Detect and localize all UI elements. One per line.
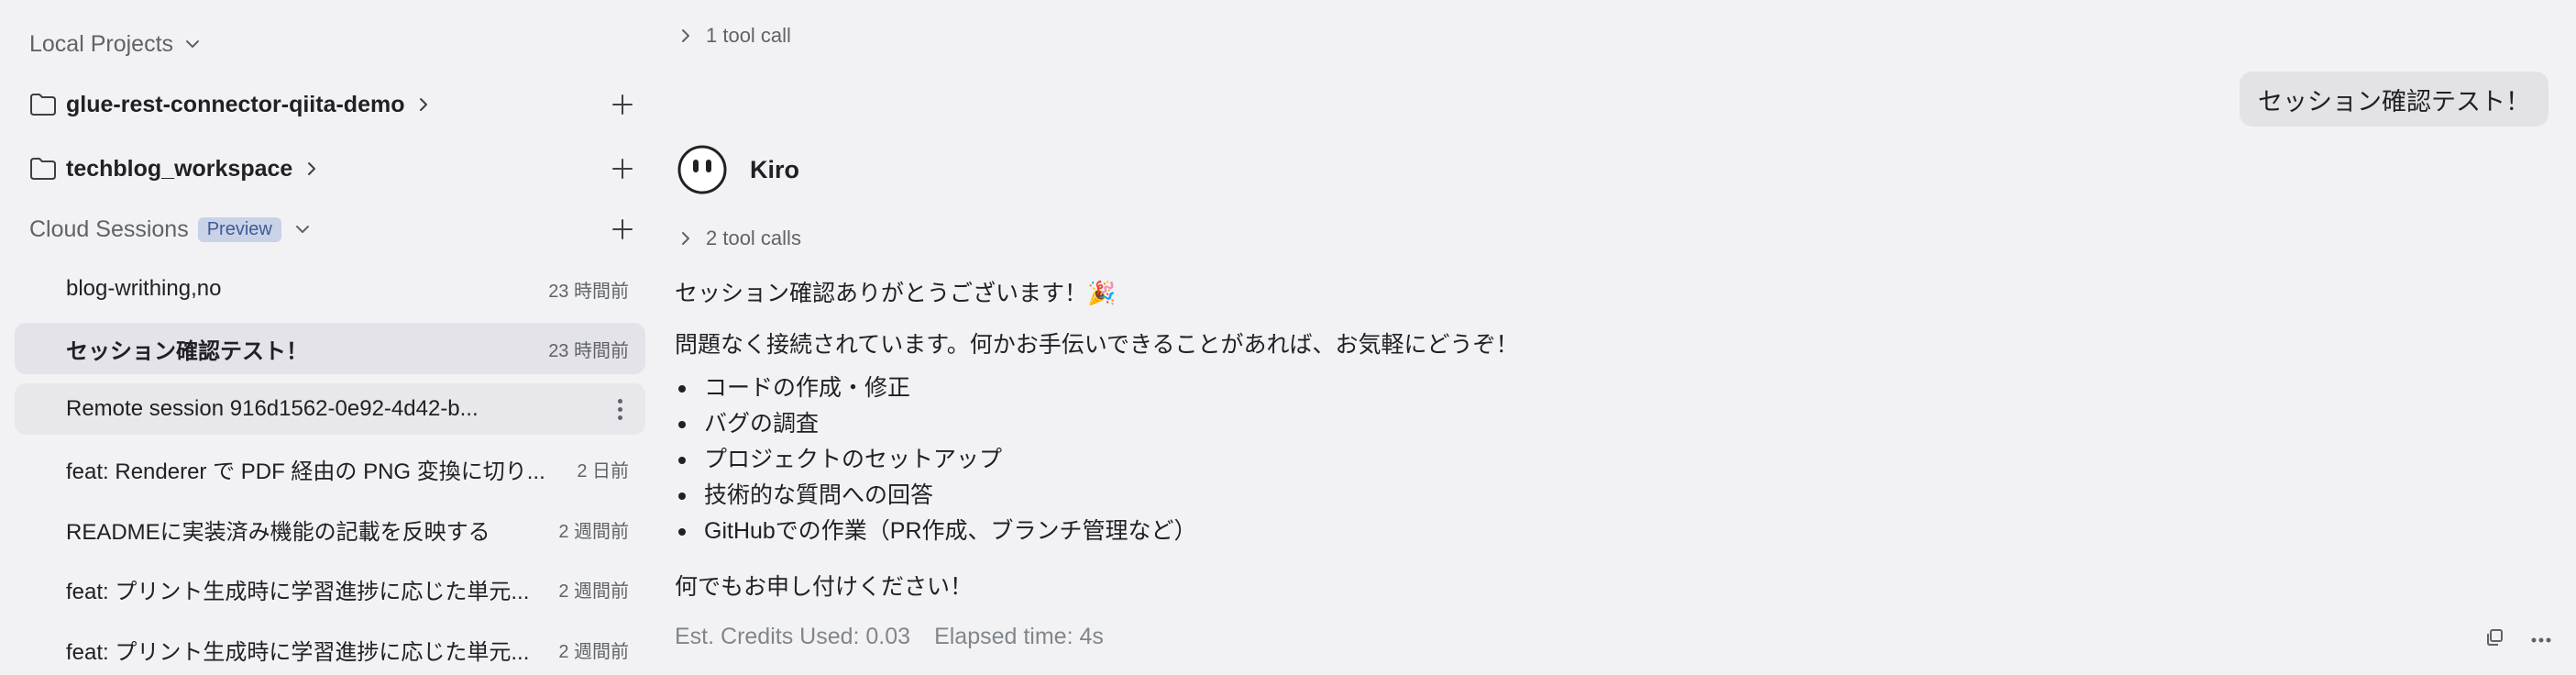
session-item[interactable]: feat: プリント生成時に学習進捗に応じた単元... 2 週間前 xyxy=(15,624,645,675)
session-item-hovered[interactable]: Remote session 916d1562-0e92-4d42-b... xyxy=(15,383,645,435)
session-time: 2 週間前 xyxy=(558,581,629,602)
chevron-right-icon xyxy=(305,160,318,178)
more-horizontal-icon[interactable] xyxy=(2530,632,2552,648)
add-session-button[interactable] xyxy=(609,91,636,118)
tool-call-label: 1 tool call xyxy=(706,24,791,47)
reply-closing: 何でもお申し付けください！ xyxy=(675,574,974,600)
tool-calls-toggle[interactable]: 2 tool calls xyxy=(680,227,801,250)
list-item: GitHubでの作業（PR作成、ブランチ管理など） xyxy=(675,514,1197,549)
sidebar: Local Projects glue-rest-connector-qiita… xyxy=(0,0,653,669)
session-time: 23 時間前 xyxy=(548,340,629,361)
session-item-active[interactable]: セッション確認テスト！ 23 時間前 xyxy=(15,323,645,374)
chevron-down-icon xyxy=(184,36,201,52)
session-title: READMEに実装済み機能の記載を反映する xyxy=(66,519,490,545)
list-item: 技術的な質問への回答 xyxy=(675,478,1197,514)
cloud-sessions-label: Cloud Sessions xyxy=(29,216,189,242)
plus-icon xyxy=(612,159,633,179)
chevron-down-icon xyxy=(294,221,311,238)
assistant-header: Kiro xyxy=(677,144,799,195)
chevron-right-icon xyxy=(680,230,691,247)
folder-icon xyxy=(29,93,57,116)
copy-icon[interactable] xyxy=(2484,627,2504,652)
tool-calls-label: 2 tool calls xyxy=(706,227,801,249)
add-cloud-session-button[interactable] xyxy=(609,216,636,243)
list-item: プロジェクトのセットアップ xyxy=(675,442,1197,478)
session-time: 2 日前 xyxy=(577,460,629,481)
reply-line: セッション確認ありがとうございます！🎉 xyxy=(675,281,1117,306)
session-time: 2 週間前 xyxy=(558,641,629,662)
local-projects-header[interactable]: Local Projects xyxy=(0,26,653,62)
message-actions xyxy=(2484,627,2552,652)
session-title: blog-writhing,no xyxy=(66,276,222,301)
usage-footer: Est. Credits Used: 0.03 Elapsed time: 4s xyxy=(675,624,1104,650)
add-session-button[interactable] xyxy=(609,155,636,183)
plus-icon xyxy=(612,219,633,239)
session-title: セッション確認テスト！ xyxy=(66,338,308,364)
session-time: 23 時間前 xyxy=(548,281,629,302)
folder-icon xyxy=(29,157,57,181)
project-name: glue-rest-connector-qiita-demo xyxy=(66,91,405,117)
project-item-techblog[interactable]: techblog_workspace xyxy=(0,149,653,189)
session-title: feat: プリント生成時に学習進捗に応じた単元... xyxy=(66,579,530,604)
list-item: コードの作成・修正 xyxy=(675,371,1197,406)
local-projects-label: Local Projects xyxy=(29,30,174,57)
reply-bullet-list: コードの作成・修正 バグの調査 プロジェクトのセットアップ 技術的な質問への回答… xyxy=(675,371,1197,549)
session-title: Remote session 916d1562-0e92-4d42-b... xyxy=(66,396,479,421)
chevron-right-icon xyxy=(417,95,430,114)
session-title: feat: Renderer で PDF 経由の PNG 変換に切り... xyxy=(66,459,545,484)
credits-used: Est. Credits Used: 0.03 xyxy=(675,624,911,649)
project-item-glue[interactable]: glue-rest-connector-qiita-demo xyxy=(0,84,653,125)
session-title: feat: プリント生成時に学習進捗に応じた単元... xyxy=(66,639,530,665)
project-name: techblog_workspace xyxy=(66,155,293,182)
session-item[interactable]: READMEに実装済み機能の記載を反映する 2 週間前 xyxy=(15,503,645,555)
reply-line: 問題なく接続されています。何かお手伝いできることがあれば、お気軽にどうぞ！ xyxy=(675,332,1519,358)
session-item[interactable]: feat: プリント生成時に学習進捗に応じた単元... 2 週間前 xyxy=(15,563,645,614)
session-item[interactable]: feat: Renderer で PDF 経由の PNG 変換に切り... 2 … xyxy=(15,443,645,494)
chat-panel: 1 tool call セッション確認テスト！ Kiro 2 tool call… xyxy=(653,0,2576,669)
chevron-right-icon xyxy=(680,28,691,44)
user-message: セッション確認テスト！ xyxy=(2240,72,2548,127)
tool-call-toggle[interactable]: 1 tool call xyxy=(680,24,791,48)
plus-icon xyxy=(612,94,633,115)
elapsed-time: Elapsed time: 4s xyxy=(934,624,1104,649)
cloud-sessions-header[interactable]: Cloud Sessions Preview xyxy=(0,211,653,248)
preview-badge: Preview xyxy=(197,216,281,242)
more-options-icon[interactable] xyxy=(611,398,629,420)
session-time: 2 週間前 xyxy=(558,521,629,542)
list-item: バグの調査 xyxy=(675,406,1197,442)
session-item[interactable]: blog-writhing,no 23 時間前 xyxy=(15,263,645,315)
kiro-ghost-icon xyxy=(677,144,728,195)
assistant-name: Kiro xyxy=(750,155,799,183)
